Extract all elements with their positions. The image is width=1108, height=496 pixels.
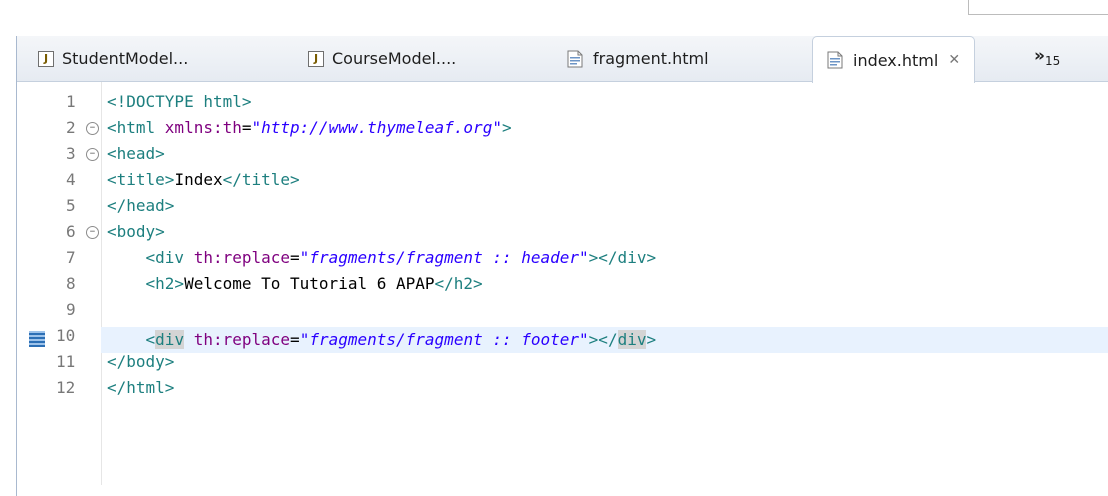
- html-file-icon: [567, 50, 583, 68]
- tab-fragment-html[interactable]: fragment.html: [567, 36, 709, 81]
- code-token: <title>: [107, 170, 175, 189]
- code-token: </title>: [222, 170, 300, 189]
- editor-tab-bar: J StudentModel... J CourseModel.... frag…: [17, 36, 1108, 83]
- code-token: <head>: [107, 144, 165, 163]
- code-line-1[interactable]: <!DOCTYPE html>: [107, 89, 252, 115]
- matching-tag-highlight: div: [617, 330, 647, 349]
- tab-coursemodel[interactable]: J CourseModel....: [308, 36, 456, 81]
- code-token: </head>: [107, 196, 175, 215]
- code-token: <body>: [107, 222, 165, 241]
- line-number: 5: [66, 196, 76, 215]
- line-number: 7: [66, 248, 76, 267]
- code-token: ></: [588, 330, 618, 349]
- matching-tag-highlight: div: [155, 330, 185, 349]
- code-line-7[interactable]: <div th:replace="fragments/fragment :: h…: [107, 245, 657, 271]
- code-token: </body>: [107, 352, 175, 371]
- line-number: 10: [56, 326, 76, 345]
- code-token: "http://www.thymeleaf.org": [251, 118, 502, 137]
- line-number: 11: [56, 352, 76, 371]
- code-token: ></div>: [588, 248, 657, 267]
- fold-toggle-icon[interactable]: −: [86, 226, 99, 239]
- code-token: >: [646, 330, 657, 349]
- code-token: <html: [107, 118, 165, 137]
- close-icon[interactable]: ✕: [948, 52, 960, 68]
- line-number: 1: [66, 92, 76, 111]
- code-token: =: [290, 330, 300, 349]
- fold-toggle-icon[interactable]: −: [86, 122, 99, 135]
- code-token: =: [290, 248, 300, 267]
- code-line-4[interactable]: <title>Index</title>: [107, 167, 300, 193]
- line-number: 4: [66, 170, 76, 189]
- code-line-2[interactable]: <html xmlns:th="http://www.thymeleaf.org…: [107, 115, 512, 141]
- html-file-icon: [827, 51, 843, 69]
- code-token: "fragments/fragment :: header": [299, 248, 589, 267]
- tab-index-html[interactable]: index.html ✕: [812, 36, 976, 83]
- code-token: <div: [145, 248, 194, 267]
- occurrence-marker-icon[interactable]: [29, 331, 45, 347]
- code-token: =: [241, 118, 252, 137]
- tab-overflow-button[interactable]: » 15: [1034, 36, 1060, 76]
- top-strip: [0, 0, 1108, 36]
- code-token: Welcome To Tutorial 6 APAP: [184, 274, 435, 293]
- tab-label: index.html: [853, 50, 939, 70]
- line-number: 12: [56, 378, 76, 397]
- code-line-9[interactable]: <div th:replace="fragments/fragment :: f…: [107, 327, 656, 353]
- code-token: <: [145, 330, 156, 349]
- java-file-icon: J: [38, 50, 54, 67]
- line-number: 9: [66, 300, 76, 319]
- code-token: th:replace: [193, 330, 291, 349]
- code-line-10[interactable]: </body>: [107, 349, 174, 375]
- toolbar-field[interactable]: [968, 0, 1108, 15]
- code-line-11[interactable]: </html>: [107, 375, 174, 401]
- chevron-double-right-icon: »: [1034, 46, 1045, 66]
- code-line-8[interactable]: <h2>Welcome To Tutorial 6 APAP</h2>: [107, 271, 483, 297]
- tab-label: fragment.html: [593, 49, 709, 68]
- fold-toggle-icon[interactable]: −: [86, 148, 99, 161]
- tab-label: CourseModel....: [332, 49, 457, 68]
- code-token: "fragments/fragment :: footer": [299, 330, 589, 349]
- tab-label: StudentModel...: [62, 49, 189, 68]
- code-line-3[interactable]: <head>: [107, 141, 165, 167]
- hidden-tab-count: 15: [1044, 54, 1061, 68]
- java-file-icon: J: [308, 50, 324, 67]
- code-token: </h2>: [434, 274, 483, 293]
- code-line-5[interactable]: </head>: [107, 193, 174, 219]
- code-token: th:replace: [193, 248, 291, 267]
- tab-studentmodel[interactable]: J StudentModel...: [38, 36, 188, 81]
- code-line-6[interactable]: <body>: [107, 219, 165, 245]
- code-token: xmlns:th: [164, 118, 242, 137]
- code-token: <!DOCTYPE html>: [107, 92, 252, 111]
- code-token: Index: [174, 170, 223, 189]
- code-token: >: [501, 118, 512, 137]
- line-number: 8: [66, 274, 76, 293]
- code-token: <h2>: [145, 274, 185, 293]
- code-token: </html>: [107, 378, 175, 397]
